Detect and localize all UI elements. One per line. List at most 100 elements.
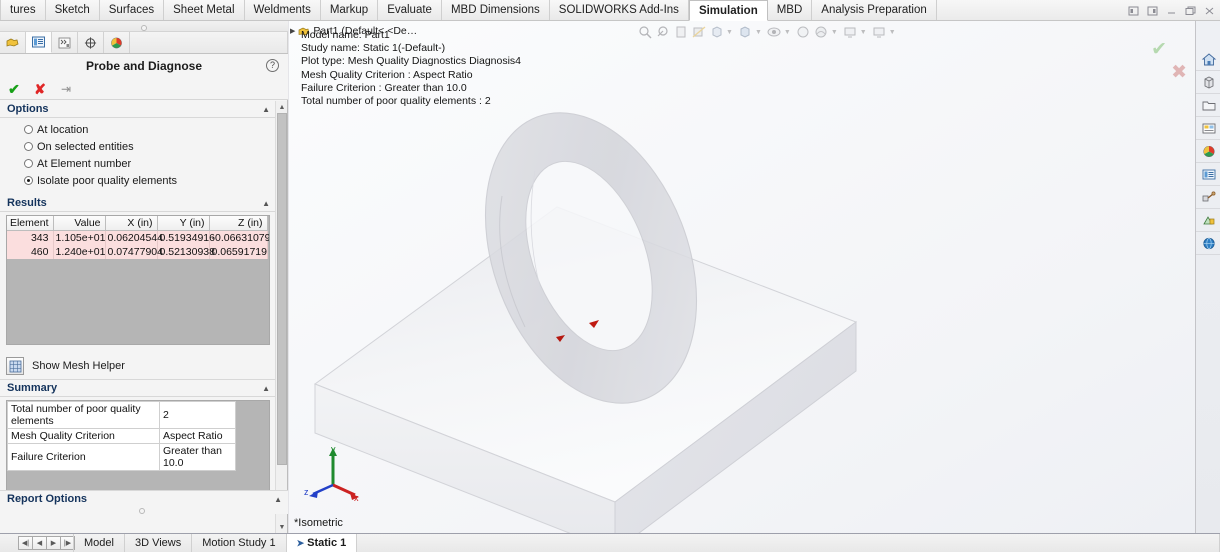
column-header-y[interactable]: Y (in) bbox=[157, 216, 210, 231]
minimize-icon[interactable] bbox=[1163, 3, 1180, 19]
restore-left-icon[interactable] bbox=[1125, 3, 1142, 19]
sw-resources-icon[interactable] bbox=[1196, 48, 1220, 71]
maximize-icon[interactable] bbox=[1182, 3, 1199, 19]
mesh-helper-icon[interactable] bbox=[6, 357, 24, 375]
3dexperience-icon[interactable] bbox=[1196, 232, 1220, 255]
tab-3d-views[interactable]: 3D Views bbox=[123, 534, 193, 552]
option-isolate-poor-quality-elements[interactable]: Isolate poor quality elements bbox=[0, 172, 276, 189]
panel-scrollbar[interactable]: ▲ ▼ bbox=[275, 101, 287, 533]
graphics-viewport[interactable]: ▼ ▼ ▼ ▼ ▼ ▼ ▶ Part1 (Default< <De… Model… bbox=[289, 21, 1195, 533]
chevron-down-icon[interactable]: ▼ bbox=[755, 29, 765, 36]
section-header-summary[interactable]: Summary ▲ bbox=[0, 380, 276, 397]
table-row[interactable]: 343 1.105e+01 0.06204544 0.51934916 -0.0… bbox=[7, 230, 269, 245]
appearances-scenes-icon[interactable] bbox=[1196, 140, 1220, 163]
view-palette-icon[interactable] bbox=[1196, 117, 1220, 140]
ribbon-tab-simulation[interactable]: Simulation bbox=[688, 0, 768, 21]
column-header-element[interactable]: Element bbox=[7, 216, 54, 231]
table-row[interactable]: 460 1.240e+01 0.07477904 0.52130938 0.06… bbox=[7, 245, 268, 259]
show-mesh-helper-row[interactable]: Show Mesh Helper bbox=[0, 353, 276, 380]
display-style-icon[interactable] bbox=[737, 23, 754, 41]
dimxpert-manager-tab[interactable] bbox=[78, 32, 104, 53]
tab-nav-buttons: ◀| ◀ ▶ |▶ bbox=[0, 534, 75, 552]
table-header-row: Element Value X (in) Y (in) Z (in) bbox=[7, 216, 268, 231]
section-header-results[interactable]: Results ▲ bbox=[0, 195, 276, 212]
column-header-z[interactable]: Z (in) bbox=[209, 216, 268, 231]
accept-button[interactable]: ✔ bbox=[7, 82, 21, 96]
ribbon-tab-mbd-dimensions[interactable]: MBD Dimensions bbox=[441, 0, 550, 20]
ribbon-tab-features[interactable]: tures bbox=[0, 0, 46, 20]
option-at-element-number[interactable]: At Element number bbox=[0, 155, 276, 172]
ribbon-tab-markup[interactable]: Markup bbox=[320, 0, 379, 20]
property-manager-tab[interactable] bbox=[26, 32, 52, 53]
feature-manager-tree-tab[interactable] bbox=[0, 32, 26, 53]
chevron-down-icon[interactable]: ▼ bbox=[784, 29, 794, 36]
results-table: Element Value X (in) Y (in) Z (in) 343 1… bbox=[7, 216, 269, 259]
radio-isolate-poor-quality-elements[interactable] bbox=[24, 176, 33, 185]
scrollbar-thumb[interactable] bbox=[277, 113, 287, 465]
scroll-down-icon[interactable]: ▼ bbox=[276, 521, 288, 533]
reference-triad[interactable]: x y z bbox=[303, 443, 367, 505]
close-icon[interactable] bbox=[1201, 3, 1218, 19]
display-manager-tab[interactable] bbox=[104, 32, 130, 53]
design-library-icon[interactable] bbox=[1196, 71, 1220, 94]
chevron-down-icon[interactable]: ▼ bbox=[889, 29, 899, 36]
tab-label: Static 1 bbox=[307, 537, 347, 549]
ribbon-tab-analysis-preparation[interactable]: Analysis Preparation bbox=[812, 0, 937, 20]
column-header-x[interactable]: X (in) bbox=[105, 216, 158, 231]
edit-appearance-icon[interactable] bbox=[795, 23, 812, 41]
first-tab-button[interactable]: ◀| bbox=[18, 536, 33, 550]
next-tab-button[interactable]: ▶ bbox=[46, 536, 61, 550]
previous-tab-button[interactable]: ◀ bbox=[32, 536, 47, 550]
apply-scene-icon[interactable] bbox=[813, 23, 830, 41]
scroll-up-icon[interactable]: ▲ bbox=[276, 101, 288, 113]
previous-view-icon[interactable] bbox=[672, 23, 689, 41]
panel-action-bar: ✔ ✘ ⇥ bbox=[0, 78, 288, 100]
configuration-manager-tab[interactable] bbox=[52, 32, 78, 53]
tab-static-1[interactable]: ➤ Static 1 bbox=[285, 534, 358, 552]
option-at-location[interactable]: At location bbox=[0, 121, 276, 138]
section-header-report-options-clipped[interactable]: Report Options ▲ bbox=[0, 490, 288, 514]
file-explorer-icon[interactable] bbox=[1196, 94, 1220, 117]
custom-properties-icon[interactable] bbox=[1196, 163, 1220, 186]
radio-on-selected-entities[interactable] bbox=[24, 142, 33, 151]
view-orientation-icon[interactable] bbox=[708, 23, 725, 41]
cancel-button[interactable]: ✘ bbox=[33, 82, 47, 96]
solidworks-forum-icon[interactable] bbox=[1196, 186, 1220, 209]
pin-button[interactable]: ⇥ bbox=[59, 82, 73, 96]
report-options-row[interactable]: Report Options ▲ bbox=[0, 491, 288, 507]
panel-top-splitter[interactable] bbox=[0, 21, 288, 32]
ribbon-tab-evaluate[interactable]: Evaluate bbox=[378, 0, 442, 20]
ribbon-tab-mbd[interactable]: MBD bbox=[767, 0, 813, 20]
panel-bottom-splitter[interactable] bbox=[0, 506, 276, 514]
view-settings-icon[interactable] bbox=[842, 23, 859, 41]
ribbon-tab-solidworks-add-ins[interactable]: SOLIDWORKS Add-Ins bbox=[549, 0, 689, 20]
chevron-down-icon[interactable]: ▼ bbox=[726, 29, 736, 36]
ribbon-tab-sheet-metal[interactable]: Sheet Metal bbox=[164, 0, 245, 20]
expand-arrow-icon[interactable]: ▶ bbox=[290, 27, 295, 35]
option-label: Isolate poor quality elements bbox=[37, 174, 178, 187]
chevron-down-icon[interactable]: ▼ bbox=[831, 29, 841, 36]
ribbon-tab-weldments[interactable]: Weldments bbox=[244, 0, 321, 20]
summary-key: Failure Criterion bbox=[7, 443, 160, 471]
display-state-icon[interactable] bbox=[871, 23, 888, 41]
confirm-corner-cancel-icon[interactable]: ✖ bbox=[1171, 61, 1187, 84]
results-table-container[interactable]: Element Value X (in) Y (in) Z (in) 343 1… bbox=[6, 215, 270, 345]
help-icon[interactable]: ? bbox=[266, 59, 279, 72]
section-header-options[interactable]: Options ▲ bbox=[0, 101, 276, 118]
simulation-icon[interactable] bbox=[1196, 209, 1220, 232]
confirm-corner-accept-icon[interactable]: ✔ bbox=[1151, 38, 1167, 61]
chevron-down-icon[interactable]: ▼ bbox=[860, 29, 870, 36]
hide-show-items-icon[interactable] bbox=[766, 23, 783, 41]
column-header-value[interactable]: Value bbox=[53, 216, 106, 231]
tab-motion-study-1[interactable]: Motion Study 1 bbox=[191, 534, 287, 552]
zoom-to-fit-icon[interactable] bbox=[636, 23, 653, 41]
radio-at-element-number[interactable] bbox=[24, 159, 33, 168]
radio-at-location[interactable] bbox=[24, 125, 33, 134]
ribbon-tab-surfaces[interactable]: Surfaces bbox=[99, 0, 165, 20]
section-view-icon[interactable] bbox=[690, 23, 707, 41]
ribbon-tab-sketch[interactable]: Sketch bbox=[45, 0, 100, 20]
tab-model[interactable]: Model bbox=[73, 534, 125, 552]
zoom-to-area-icon[interactable] bbox=[654, 23, 671, 41]
restore-right-icon[interactable] bbox=[1144, 3, 1161, 19]
option-on-selected-entities[interactable]: On selected entities bbox=[0, 138, 276, 155]
